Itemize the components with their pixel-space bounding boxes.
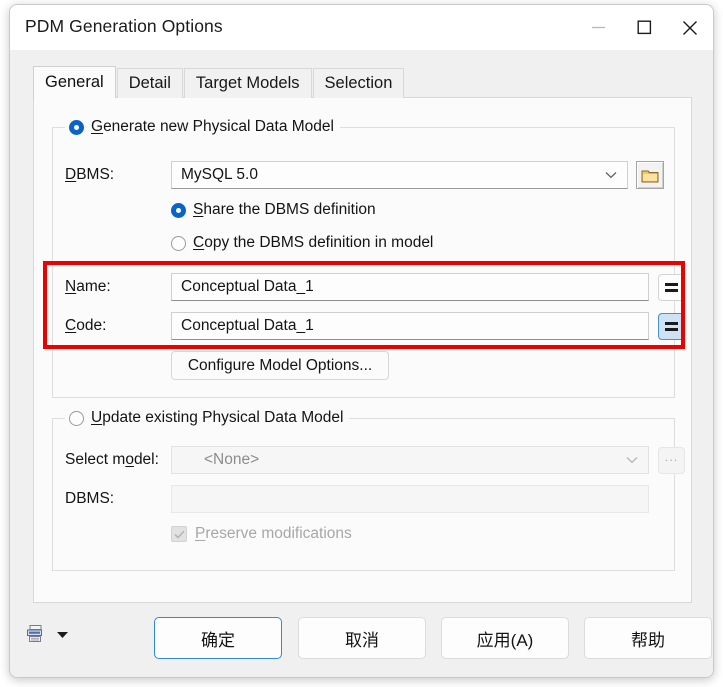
chevron-down-icon xyxy=(57,631,68,638)
close-icon xyxy=(683,20,697,35)
print-options-icon xyxy=(27,625,42,642)
window-title: PDM Generation Options xyxy=(25,16,223,36)
update-dbms-input[interactable] xyxy=(171,485,649,513)
radio-generate-new-indicator xyxy=(69,119,84,135)
code-label: Code: xyxy=(65,317,107,334)
share-dbms-label: Share the DBMS definition xyxy=(193,201,376,218)
select-model-label: Select model: xyxy=(65,451,159,468)
chevron-down-icon xyxy=(626,457,638,464)
dbms-browse-button[interactable] xyxy=(636,161,664,189)
dbms-label: DBMS: xyxy=(65,166,115,183)
name-input[interactable]: Conceptual Data_1 xyxy=(171,273,649,301)
cancel-button-label: 取消 xyxy=(345,630,379,650)
configure-model-options-row: Configure Model Options... xyxy=(171,351,389,380)
title-bar: PDM Generation Options xyxy=(10,5,713,50)
code-input[interactable]: Conceptual Data_1 xyxy=(171,312,649,340)
code-equals-button[interactable] xyxy=(658,312,685,340)
radio-copy-indicator xyxy=(171,235,186,251)
apply-button[interactable]: 应用(A) xyxy=(441,617,569,659)
select-model-browse-button[interactable]: ... xyxy=(658,446,685,474)
minimize-icon xyxy=(591,26,605,29)
help-button-label: 帮助 xyxy=(631,630,665,650)
tab-general-label: General xyxy=(45,73,104,91)
equals-icon xyxy=(665,282,678,292)
close-button[interactable] xyxy=(667,5,713,50)
name-label: Name: xyxy=(65,278,111,295)
ellipsis-icon: ... xyxy=(664,449,679,464)
equals-icon xyxy=(665,321,678,331)
update-dbms-label: DBMS: xyxy=(65,490,115,507)
tab-target-models[interactable]: Target Models xyxy=(183,68,312,98)
configure-model-options-label: Configure Model Options... xyxy=(187,356,373,374)
dbms-row: DBMS: MySQL 5.0 xyxy=(65,161,664,189)
generate-new-pdm-radio[interactable]: Generate new Physical Data Model xyxy=(65,117,340,137)
ok-button[interactable]: 确定 xyxy=(154,617,282,659)
tab-detail-label: Detail xyxy=(128,74,171,92)
print-options-menu[interactable] xyxy=(25,623,69,645)
update-dbms-row: DBMS: xyxy=(65,485,649,513)
copy-dbms-label: Copy the DBMS definition in model xyxy=(193,234,434,251)
copy-dbms-radio[interactable]: Copy the DBMS definition in model xyxy=(171,234,433,252)
generate-new-pdm-label: Generate new Physical Data Model xyxy=(91,118,334,135)
dbms-value: MySQL 5.0 xyxy=(181,166,258,183)
apply-button-label: 应用(A) xyxy=(476,630,534,650)
tab-target-models-label: Target Models xyxy=(195,74,300,92)
tab-general[interactable]: General xyxy=(33,66,116,98)
tab-selection-label: Selection xyxy=(324,74,393,92)
preserve-modifications-checkbox[interactable]: Preserve modifications xyxy=(171,525,352,543)
caption-buttons xyxy=(575,5,713,50)
configure-model-options-button[interactable]: Configure Model Options... xyxy=(171,351,389,380)
maximize-icon xyxy=(637,20,651,35)
code-input-value: Conceptual Data_1 xyxy=(181,317,314,334)
general-tab-panel: Generate new Physical Data Model DBMS: M… xyxy=(33,97,692,603)
name-row: Name: Conceptual Data_1 xyxy=(65,273,685,301)
check-icon xyxy=(173,530,185,539)
folder-icon xyxy=(641,170,659,182)
select-model-combobox[interactable]: <None> xyxy=(171,446,649,474)
help-button[interactable]: 帮助 xyxy=(584,617,712,659)
cancel-button[interactable]: 取消 xyxy=(298,617,426,659)
name-input-value: Conceptual Data_1 xyxy=(181,278,314,295)
radio-update-existing-indicator xyxy=(69,410,84,426)
maximize-button[interactable] xyxy=(621,5,667,50)
tab-strip: General Detail Target Models Selection xyxy=(33,66,405,98)
checkbox-indicator xyxy=(171,526,187,542)
radio-share-indicator xyxy=(171,202,186,218)
minimize-button[interactable] xyxy=(575,5,621,50)
select-model-value: <None> xyxy=(204,451,260,468)
name-equals-button[interactable] xyxy=(658,273,685,301)
dialog-button-bar: 确定 取消 应用(A) 帮助 xyxy=(10,603,713,677)
code-row: Code: Conceptual Data_1 xyxy=(65,312,685,340)
dbms-combobox[interactable]: MySQL 5.0 xyxy=(171,161,628,189)
ok-button-label: 确定 xyxy=(201,630,235,650)
preserve-modifications-label: Preserve modifications xyxy=(195,525,352,542)
tab-selection[interactable]: Selection xyxy=(312,68,405,98)
select-model-row: Select model: <None> ... xyxy=(65,446,685,474)
update-existing-pdm-radio[interactable]: Update existing Physical Data Model xyxy=(65,408,350,428)
update-existing-pdm-label: Update existing Physical Data Model xyxy=(91,409,344,426)
share-dbms-radio[interactable]: Share the DBMS definition xyxy=(171,201,376,219)
tab-detail[interactable]: Detail xyxy=(116,68,183,98)
chevron-down-icon xyxy=(605,172,617,179)
pdm-generation-options-dialog: PDM Generation Options General Detail Ta… xyxy=(9,4,714,678)
